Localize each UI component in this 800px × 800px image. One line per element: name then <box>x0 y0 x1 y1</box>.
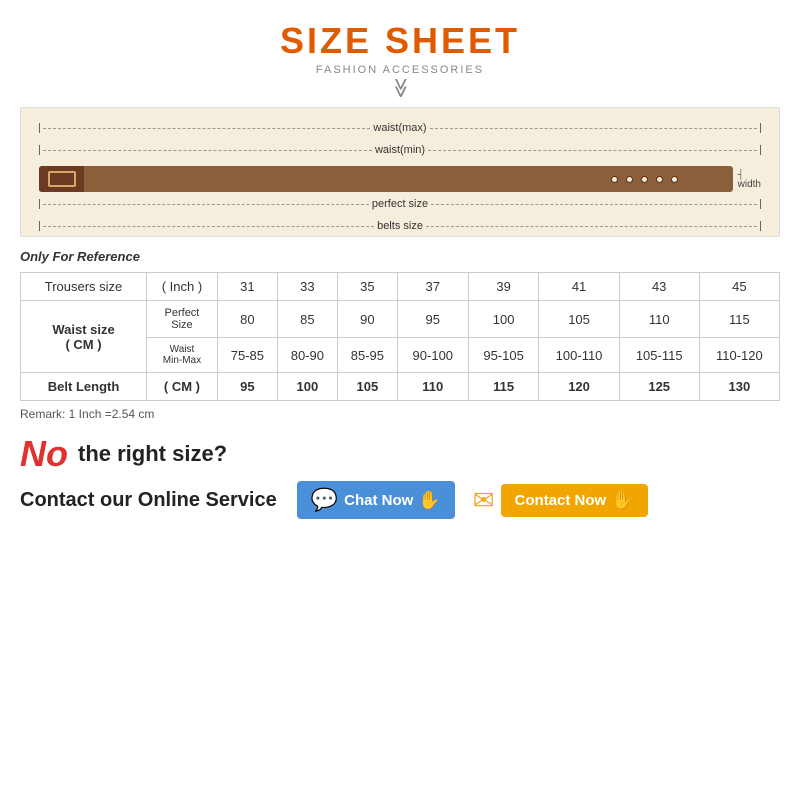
trousers-size-header: Trousers size <box>21 273 147 301</box>
col-43: 43 <box>619 273 699 301</box>
buckle <box>48 171 76 187</box>
hand-icon: ✋ <box>418 490 440 511</box>
contact-label: Contact our Online Service <box>20 489 277 512</box>
belt-length-row: Belt Length ( CM ) 95 100 105 110 115 12… <box>21 373 780 401</box>
contact-now-button[interactable]: Contact Now ✋ <box>501 484 648 517</box>
ps-33: 85 <box>277 301 337 338</box>
table-header-row: Trousers size ( Inch ) 31 33 35 37 39 41… <box>21 273 780 301</box>
perfect-size-sub: PerfectSize <box>147 301 218 338</box>
contact-now-label: Contact Now <box>515 492 607 509</box>
bl-31: 95 <box>217 373 277 401</box>
mm-39: 95-105 <box>468 338 539 373</box>
ps-43: 110 <box>619 301 699 338</box>
remark: Remark: 1 Inch =2.54 cm <box>20 407 780 421</box>
bl-35: 105 <box>337 373 397 401</box>
hole-2 <box>626 176 633 183</box>
mm-43: 105-115 <box>619 338 699 373</box>
minmax-sub: WaistMin-Max <box>147 338 218 373</box>
reference-label: Only For Reference <box>20 249 780 264</box>
main-title: SIZE SHEET <box>20 20 780 62</box>
col-37: 37 <box>397 273 468 301</box>
ps-37: 95 <box>397 301 468 338</box>
belt-length-label: Belt Length <box>21 373 147 401</box>
bl-45: 130 <box>699 373 779 401</box>
belt-visual: ┤ width <box>39 166 761 192</box>
hole-3 <box>641 176 648 183</box>
width-tick: ┤ <box>738 169 744 179</box>
no-size-section: No the right size? Contact our Online Se… <box>20 433 780 519</box>
hole-1 <box>611 176 618 183</box>
waist-max-row: waist(max) <box>39 120 761 136</box>
ps-41: 105 <box>539 301 619 338</box>
chat-now-label: Chat Now <box>344 492 413 509</box>
chevron-icon: ≫ <box>390 78 410 99</box>
hole-4 <box>656 176 663 183</box>
bl-41: 120 <box>539 373 619 401</box>
mm-31: 75-85 <box>217 338 277 373</box>
belt-length-cm: ( CM ) <box>147 373 218 401</box>
hole-5 <box>671 176 678 183</box>
ps-31: 80 <box>217 301 277 338</box>
bl-39: 115 <box>468 373 539 401</box>
bl-43: 125 <box>619 373 699 401</box>
mm-33: 80-90 <box>277 338 337 373</box>
belts-size-row: belts size <box>39 218 761 234</box>
waist-min-row: waist(min) <box>39 142 761 158</box>
col-31: 31 <box>217 273 277 301</box>
mm-37: 90-100 <box>397 338 468 373</box>
mm-35: 85-95 <box>337 338 397 373</box>
question-text: the right size? <box>78 441 227 467</box>
waist-size-label: Waist size( CM ) <box>21 301 147 373</box>
width-label: width <box>738 179 761 190</box>
col-45: 45 <box>699 273 779 301</box>
bl-33: 100 <box>277 373 337 401</box>
belt-holes <box>611 176 678 183</box>
bl-37: 110 <box>397 373 468 401</box>
title-section: SIZE SHEET FASHION ACCESSORIES ≫ <box>20 20 780 99</box>
ps-35: 90 <box>337 301 397 338</box>
subtitle: FASHION ACCESSORIES <box>20 64 780 76</box>
contact-row: Contact our Online Service 💬 Chat Now ✋ … <box>20 481 780 519</box>
size-table: Trousers size ( Inch ) 31 33 35 37 39 41… <box>20 272 780 401</box>
col-33: 33 <box>277 273 337 301</box>
chat-icon: 💬 <box>311 487 338 513</box>
col-39: 39 <box>468 273 539 301</box>
ps-45: 115 <box>699 301 779 338</box>
col-41: 41 <box>539 273 619 301</box>
ps-39: 100 <box>468 301 539 338</box>
col-35: 35 <box>337 273 397 301</box>
chat-now-button[interactable]: 💬 Chat Now ✋ <box>297 481 455 519</box>
belt-diagram: waist(max) waist(min) <box>20 107 780 237</box>
mail-icon: ✉ <box>473 485 495 516</box>
hand-icon-2: ✋ <box>611 490 633 511</box>
perfect-size-row: Waist size( CM ) PerfectSize 80 85 90 95… <box>21 301 780 338</box>
no-text: No <box>20 433 68 475</box>
mm-41: 100-110 <box>539 338 619 373</box>
no-size-row: No the right size? <box>20 433 780 475</box>
inch-header: ( Inch ) <box>147 273 218 301</box>
mail-icon-wrapper: ✉ <box>473 485 495 516</box>
mm-45: 110-120 <box>699 338 779 373</box>
perfect-size-row: perfect size <box>39 196 761 212</box>
